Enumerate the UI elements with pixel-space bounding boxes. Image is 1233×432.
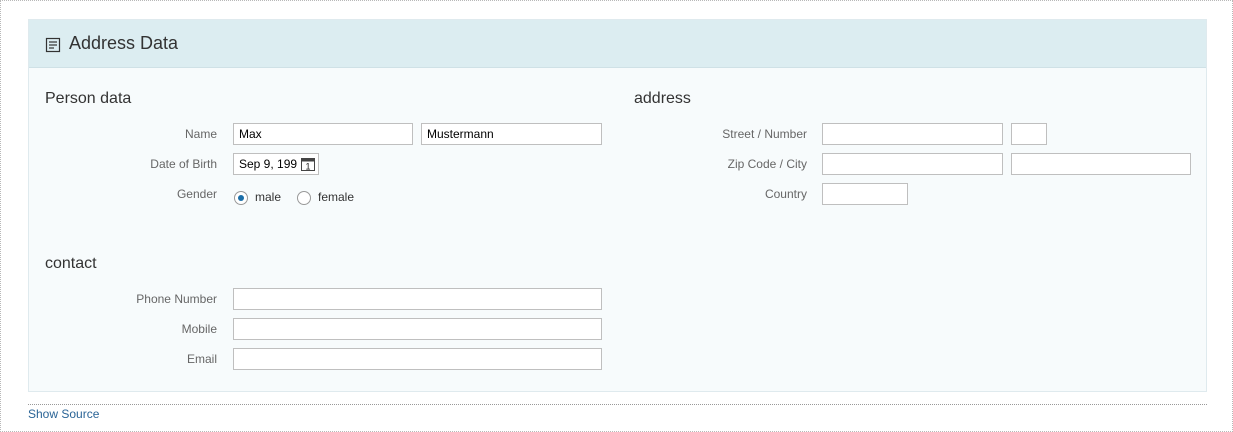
street-input[interactable] <box>822 123 1003 145</box>
country-input[interactable] <box>822 183 908 205</box>
email-input[interactable] <box>233 348 602 370</box>
calendar-glyph: 1 <box>305 162 310 172</box>
first-name-input[interactable] <box>233 123 413 145</box>
mobile-input[interactable] <box>233 318 602 340</box>
calendar-icon[interactable]: 1 <box>300 156 316 172</box>
zip-city-label: Zip Code / City <box>727 157 807 171</box>
email-label: Email <box>186 352 217 366</box>
gender-radio-male[interactable] <box>234 191 248 205</box>
address-title: address <box>634 90 691 107</box>
phone-input[interactable] <box>233 288 602 310</box>
gender-label-female: female <box>318 190 355 204</box>
street-number-label: Street / Number <box>722 127 807 141</box>
person-data-title: Person data <box>45 90 132 107</box>
gender-radio-female[interactable] <box>297 191 311 205</box>
dob-value: Sep 9, 199 <box>239 157 298 171</box>
date-of-birth-picker[interactable]: Sep 9, 199 1 <box>233 153 319 175</box>
mobile-label: Mobile <box>181 322 217 336</box>
address-data-panel: Address Data Person data Name Date of Bi… <box>28 19 1207 392</box>
contact-title: contact <box>45 255 97 272</box>
last-name-input[interactable] <box>421 123 602 145</box>
city-input[interactable] <box>1011 153 1191 175</box>
form-icon <box>45 37 61 53</box>
panel-title: Address Data <box>69 33 179 53</box>
footer-divider <box>28 404 1207 405</box>
dob-label: Date of Birth <box>150 157 217 171</box>
show-source-link[interactable]: Show Source <box>28 407 99 421</box>
house-number-input[interactable] <box>1011 123 1047 145</box>
gender-label-male: male <box>255 190 282 204</box>
panel-header: Address Data <box>29 20 1206 68</box>
country-label: Country <box>764 187 807 201</box>
zip-code-input[interactable] <box>822 153 1003 175</box>
phone-label: Phone Number <box>136 292 217 306</box>
gender-label: Gender <box>176 187 217 201</box>
name-label: Name <box>184 127 217 141</box>
